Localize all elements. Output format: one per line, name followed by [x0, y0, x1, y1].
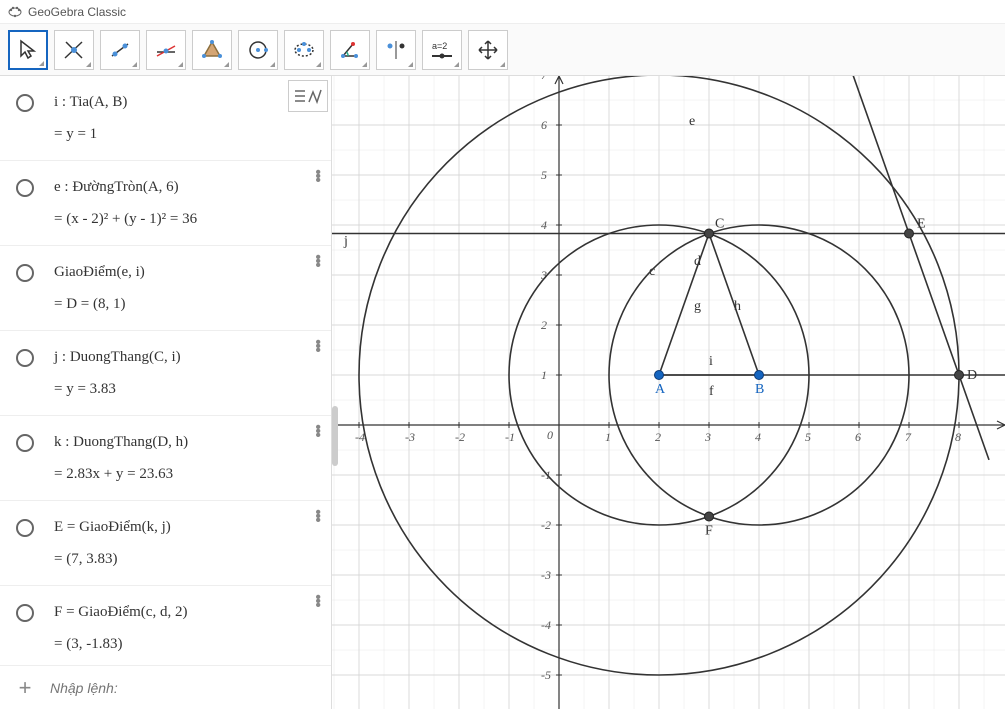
svg-text:5: 5 — [541, 168, 547, 182]
reflect-tool[interactable] — [376, 30, 416, 70]
svg-text:2: 2 — [541, 318, 547, 332]
slider-tool[interactable]: a=2 — [422, 30, 462, 70]
svg-text:e: e — [689, 114, 695, 129]
line-tool[interactable] — [100, 30, 140, 70]
algebra-item[interactable]: k : DuongThang(D, h)= 2.83x + y = 23.63 … — [0, 416, 331, 501]
svg-text:D: D — [967, 368, 977, 383]
perpendicular-tool[interactable] — [146, 30, 186, 70]
command-input[interactable] — [50, 680, 331, 696]
geogebra-logo-icon — [8, 5, 22, 19]
algebra-item[interactable]: GiaoĐiểm(e, i)= D = (8, 1) ••• — [0, 246, 331, 331]
visibility-toggle[interactable] — [16, 519, 34, 537]
svg-text:8: 8 — [955, 430, 961, 444]
svg-text:5: 5 — [805, 430, 811, 444]
graphics-view[interactable]: -4-3-2-112345678-5-4-3-2-112345670ecdfgh… — [332, 76, 1005, 709]
input-row: + — [0, 665, 331, 709]
svg-text:4: 4 — [755, 430, 761, 444]
svg-text:h: h — [734, 299, 741, 314]
algebra-item[interactable]: F = GiaoĐiểm(c, d, 2)= (3, -1.83) ••• — [0, 586, 331, 665]
item-menu-icon[interactable]: ••• — [315, 171, 321, 183]
svg-text:7: 7 — [541, 76, 548, 82]
ellipse-tool[interactable] — [284, 30, 324, 70]
style-bar-toggle[interactable] — [288, 80, 328, 112]
algebra-item[interactable]: E = GiaoĐiểm(k, j)= (7, 3.83) ••• — [0, 501, 331, 586]
algebra-panel: i : Tia(A, B)= y = 1 e : ĐườngTròn(A, 6)… — [0, 76, 332, 709]
svg-text:-4: -4 — [541, 618, 551, 632]
visibility-toggle[interactable] — [16, 179, 34, 197]
svg-text:-2: -2 — [455, 430, 465, 444]
svg-text:i: i — [709, 354, 713, 369]
svg-text:-2: -2 — [541, 518, 551, 532]
visibility-toggle[interactable] — [16, 604, 34, 622]
angle-tool[interactable] — [330, 30, 370, 70]
svg-text:A: A — [655, 382, 666, 397]
titlebar: GeoGebra Classic — [0, 0, 1005, 24]
svg-text:C: C — [715, 217, 724, 232]
toolbar: a=2 — [0, 24, 1005, 76]
svg-text:1: 1 — [541, 368, 547, 382]
svg-text:1: 1 — [605, 430, 611, 444]
svg-text:-3: -3 — [405, 430, 415, 444]
svg-text:a=2: a=2 — [432, 41, 447, 51]
item-menu-icon[interactable]: ••• — [315, 426, 321, 438]
svg-text:F: F — [705, 524, 713, 539]
svg-text:-3: -3 — [541, 568, 551, 582]
svg-text:k: k — [864, 76, 871, 79]
algebra-list[interactable]: i : Tia(A, B)= y = 1 e : ĐườngTròn(A, 6)… — [0, 76, 331, 665]
svg-text:-5: -5 — [541, 668, 551, 682]
visibility-toggle[interactable] — [16, 264, 34, 282]
svg-text:2: 2 — [655, 430, 661, 444]
svg-text:6: 6 — [855, 430, 861, 444]
svg-text:d: d — [694, 254, 701, 269]
algebra-item[interactable]: e : ĐườngTròn(A, 6)= (x - 2)² + (y - 1)²… — [0, 161, 331, 246]
visibility-toggle[interactable] — [16, 349, 34, 367]
svg-text:0: 0 — [547, 428, 553, 442]
svg-text:f: f — [709, 384, 714, 399]
svg-text:7: 7 — [905, 430, 912, 444]
svg-text:B: B — [755, 382, 764, 397]
item-menu-icon[interactable]: ••• — [315, 511, 321, 523]
plot-canvas[interactable]: -4-3-2-112345678-5-4-3-2-112345670ecdfgh… — [332, 76, 1005, 709]
item-menu-icon[interactable]: ••• — [315, 596, 321, 608]
svg-text:E: E — [917, 217, 926, 232]
algebra-item[interactable]: j : DuongThang(C, i)= y = 3.83 ••• — [0, 331, 331, 416]
visibility-toggle[interactable] — [16, 434, 34, 452]
app-title: GeoGebra Classic — [28, 5, 126, 19]
add-input-icon[interactable]: + — [0, 675, 50, 701]
item-menu-icon[interactable]: ••• — [315, 341, 321, 353]
svg-text:-1: -1 — [505, 430, 515, 444]
item-menu-icon[interactable]: ••• — [315, 256, 321, 268]
svg-text:c: c — [649, 264, 655, 279]
svg-text:4: 4 — [541, 218, 547, 232]
svg-text:3: 3 — [704, 430, 711, 444]
svg-text:j: j — [343, 234, 348, 249]
svg-text:g: g — [694, 299, 701, 314]
scroll-indicator — [332, 406, 338, 466]
circle-tool[interactable] — [238, 30, 278, 70]
svg-text:-4: -4 — [355, 430, 365, 444]
svg-text:6: 6 — [541, 118, 547, 132]
visibility-toggle[interactable] — [16, 94, 34, 112]
point-tool[interactable] — [54, 30, 94, 70]
polygon-tool[interactable] — [192, 30, 232, 70]
move-tool[interactable] — [8, 30, 48, 70]
pan-tool[interactable] — [468, 30, 508, 70]
algebra-item[interactable]: i : Tia(A, B)= y = 1 — [0, 76, 331, 161]
